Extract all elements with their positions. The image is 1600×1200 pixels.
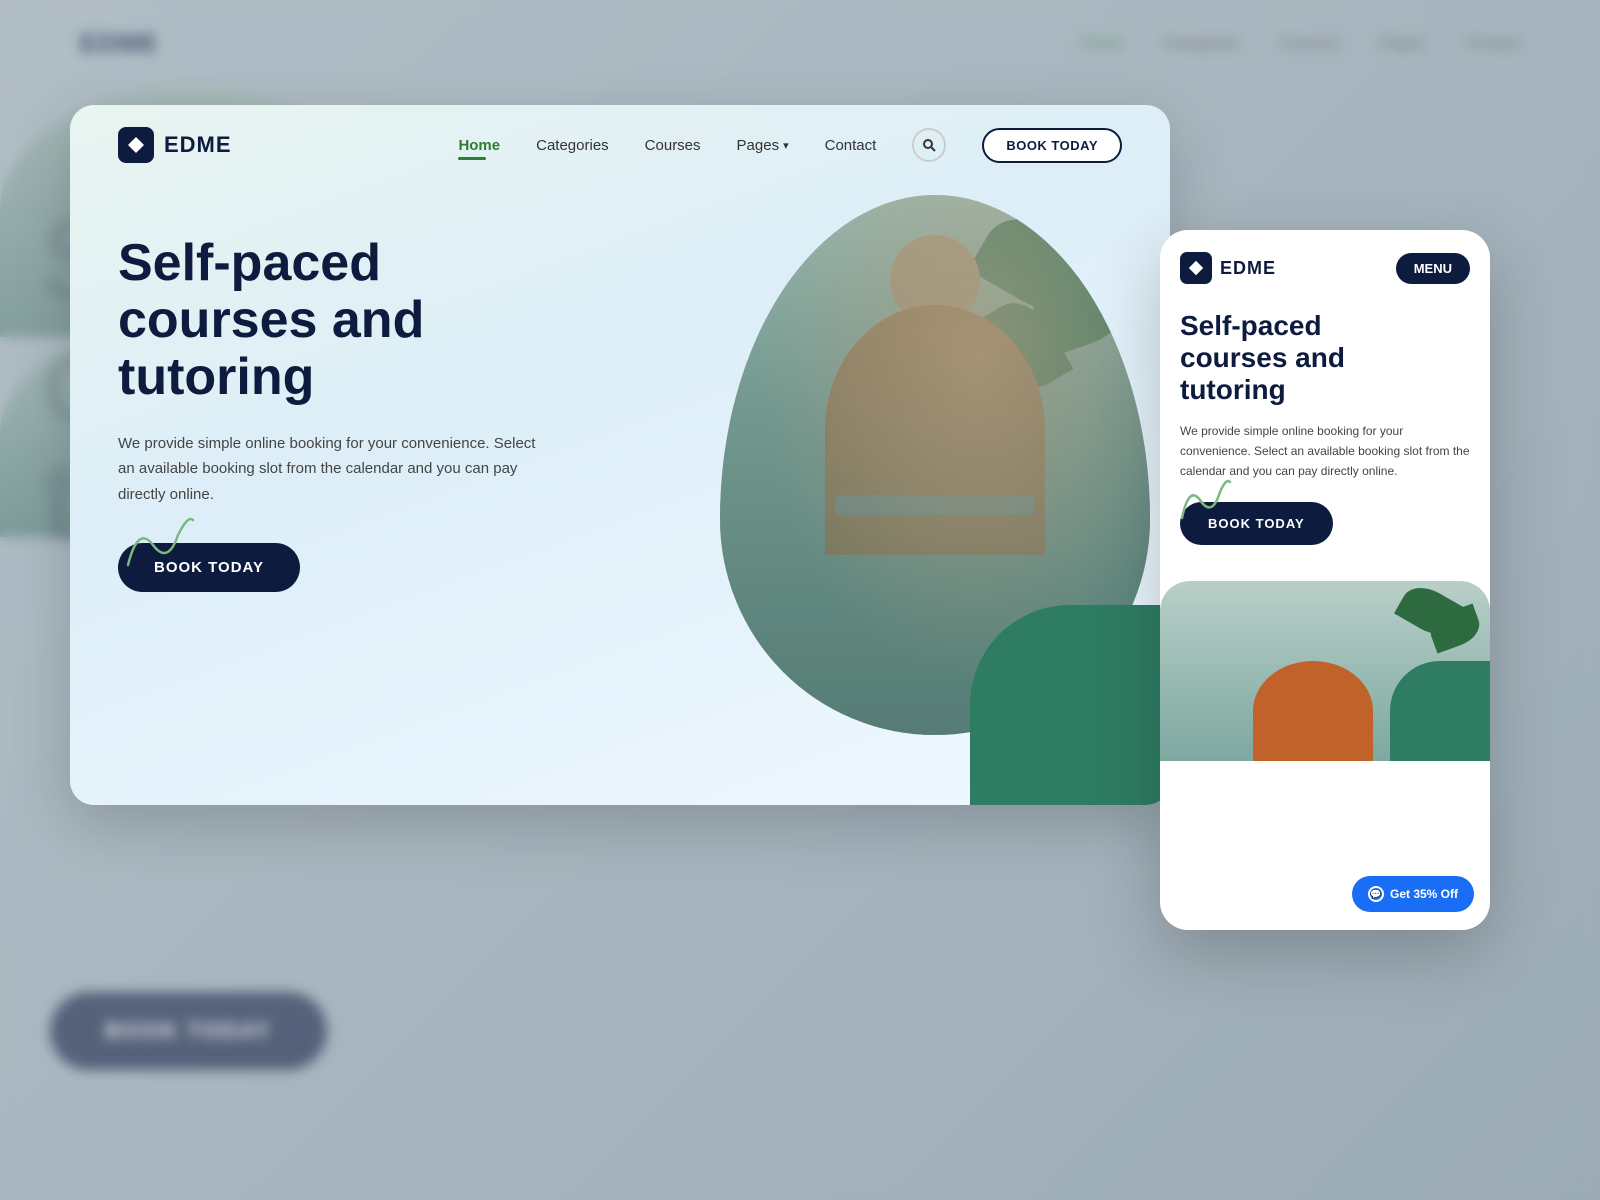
desktop-hero-description: We provide simple online booking for you…	[118, 431, 548, 508]
desktop-nav-pages[interactable]: Pages ▾	[737, 137, 789, 154]
desktop-logo-text: EDME	[164, 132, 232, 158]
desktop-hero: Self-paced courses and tutoring We provi…	[70, 185, 1170, 805]
mobile-squiggle-decoration	[1174, 470, 1234, 525]
mobile-diamond-icon	[1187, 259, 1205, 277]
mobile-hero-title: Self-paced courses and tutoring	[1180, 310, 1470, 407]
mobile-logo-icon	[1180, 252, 1212, 284]
squiggle-decoration	[118, 505, 198, 575]
desktop-nav-home[interactable]: Home	[458, 137, 500, 154]
desktop-nav-categories[interactable]: Categories	[536, 137, 609, 154]
mobile-logo: EDME	[1180, 252, 1276, 284]
chat-icon: 💬	[1368, 886, 1384, 902]
diamond-icon	[126, 135, 146, 155]
desktop-nav-courses[interactable]: Courses	[645, 137, 701, 154]
desktop-nav-contact[interactable]: Contact	[825, 137, 877, 154]
desktop-card-header: EDME Home Categories Courses Pages ▾ Con…	[70, 105, 1170, 185]
discount-badge[interactable]: 💬 Get 35% Off	[1352, 876, 1474, 912]
desktop-logo-icon	[118, 127, 154, 163]
desktop-hero-title: Self-paced courses and tutoring	[118, 235, 638, 407]
desktop-mockup-card: EDME Home Categories Courses Pages ▾ Con…	[70, 105, 1170, 805]
mobile-image-area	[1160, 561, 1490, 761]
mobile-card-header: EDME MENU	[1160, 230, 1490, 300]
mobile-person-body	[1253, 661, 1373, 761]
mobile-image-background	[1160, 581, 1490, 761]
discount-badge-text: Get 35% Off	[1390, 887, 1458, 901]
mobile-menu-button[interactable]: MENU	[1396, 253, 1470, 284]
mobile-logo-text: EDME	[1220, 258, 1276, 279]
desktop-nav: Home Categories Courses Pages ▾ Contact …	[458, 128, 1122, 163]
mobile-hero: Self-paced courses and tutoring We provi…	[1160, 300, 1490, 561]
desktop-hero-left: Self-paced courses and tutoring We provi…	[118, 215, 638, 805]
desktop-hero-image-area	[670, 185, 1170, 805]
teal-arc-decoration	[970, 605, 1170, 805]
search-icon[interactable]	[912, 128, 946, 162]
mobile-mockup-card: EDME MENU Self-paced courses and tutorin…	[1160, 230, 1490, 930]
desktop-logo: EDME	[118, 127, 232, 163]
mobile-teal-arc	[1390, 661, 1490, 761]
desktop-header-book-button[interactable]: BOOK TODAY	[982, 128, 1122, 163]
